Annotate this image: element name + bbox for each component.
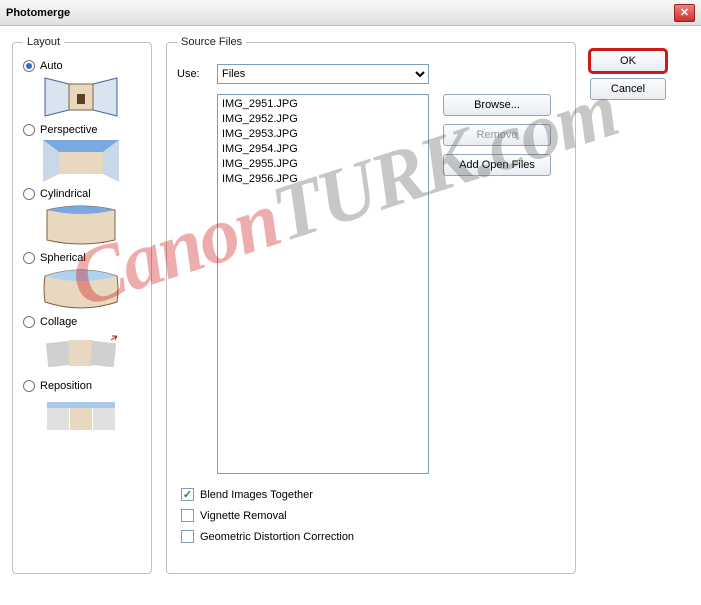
use-label: Use: [177,68,209,80]
checkbox-icon: ✓ [181,488,194,501]
checkbox-icon [181,509,194,522]
check-vignette[interactable]: Vignette Removal [181,509,565,522]
list-item[interactable]: IMG_2954.JPG [222,142,424,157]
list-item[interactable]: IMG_2955.JPG [222,157,424,172]
list-item[interactable]: IMG_2951.JPG [222,97,424,112]
check-label: Geometric Distortion Correction [200,531,354,543]
source-legend: Source Files [177,36,246,48]
layout-radio-cylindrical[interactable]: Cylindrical [23,188,141,200]
list-item[interactable]: IMG_2952.JPG [222,112,424,127]
layout-legend: Layout [23,36,64,48]
browse-button[interactable]: Browse... [443,94,551,116]
thumb-spherical [43,268,119,310]
cancel-button[interactable]: Cancel [590,78,666,100]
file-list[interactable]: IMG_2951.JPG IMG_2952.JPG IMG_2953.JPG I… [217,94,429,474]
layout-radio-collage[interactable]: Collage [23,316,141,328]
close-icon[interactable]: ✕ [674,4,695,22]
layout-label: Auto [40,60,63,72]
layout-radio-auto[interactable]: Auto [23,60,141,72]
check-blend[interactable]: ✓ Blend Images Together [181,488,565,501]
check-geom[interactable]: Geometric Distortion Correction [181,530,565,543]
thumb-perspective [43,140,119,182]
thumb-reposition [43,396,119,438]
check-label: Vignette Removal [200,510,287,522]
check-label: Blend Images Together [200,489,313,501]
layout-label: Reposition [40,380,92,392]
list-item[interactable]: IMG_2953.JPG [222,127,424,142]
checkbox-icon [181,530,194,543]
radio-icon [23,252,35,264]
thumb-auto [43,76,119,118]
layout-label: Collage [40,316,77,328]
layout-radio-reposition[interactable]: Reposition [23,380,141,392]
radio-icon [23,60,35,72]
radio-icon [23,124,35,136]
layout-label: Cylindrical [40,188,91,200]
layout-radio-perspective[interactable]: Perspective [23,124,141,136]
ok-button[interactable]: OK [590,50,666,72]
source-files-group: Source Files Use: Files IMG_2951.JPG IMG… [166,36,576,574]
layout-label: Perspective [40,124,97,136]
radio-icon [23,380,35,392]
window-title: Photomerge [6,7,70,19]
radio-icon [23,316,35,328]
use-select[interactable]: Files [217,64,429,84]
thumb-cylindrical [43,204,119,246]
layout-radio-spherical[interactable]: Spherical [23,252,141,264]
add-open-files-button[interactable]: Add Open Files [443,154,551,176]
layout-label: Spherical [40,252,86,264]
radio-icon [23,188,35,200]
thumb-collage [43,332,119,374]
remove-button[interactable]: Remove [443,124,551,146]
list-item[interactable]: IMG_2956.JPG [222,172,424,187]
layout-group: Layout Auto Perspective Cylindrical [12,36,152,574]
